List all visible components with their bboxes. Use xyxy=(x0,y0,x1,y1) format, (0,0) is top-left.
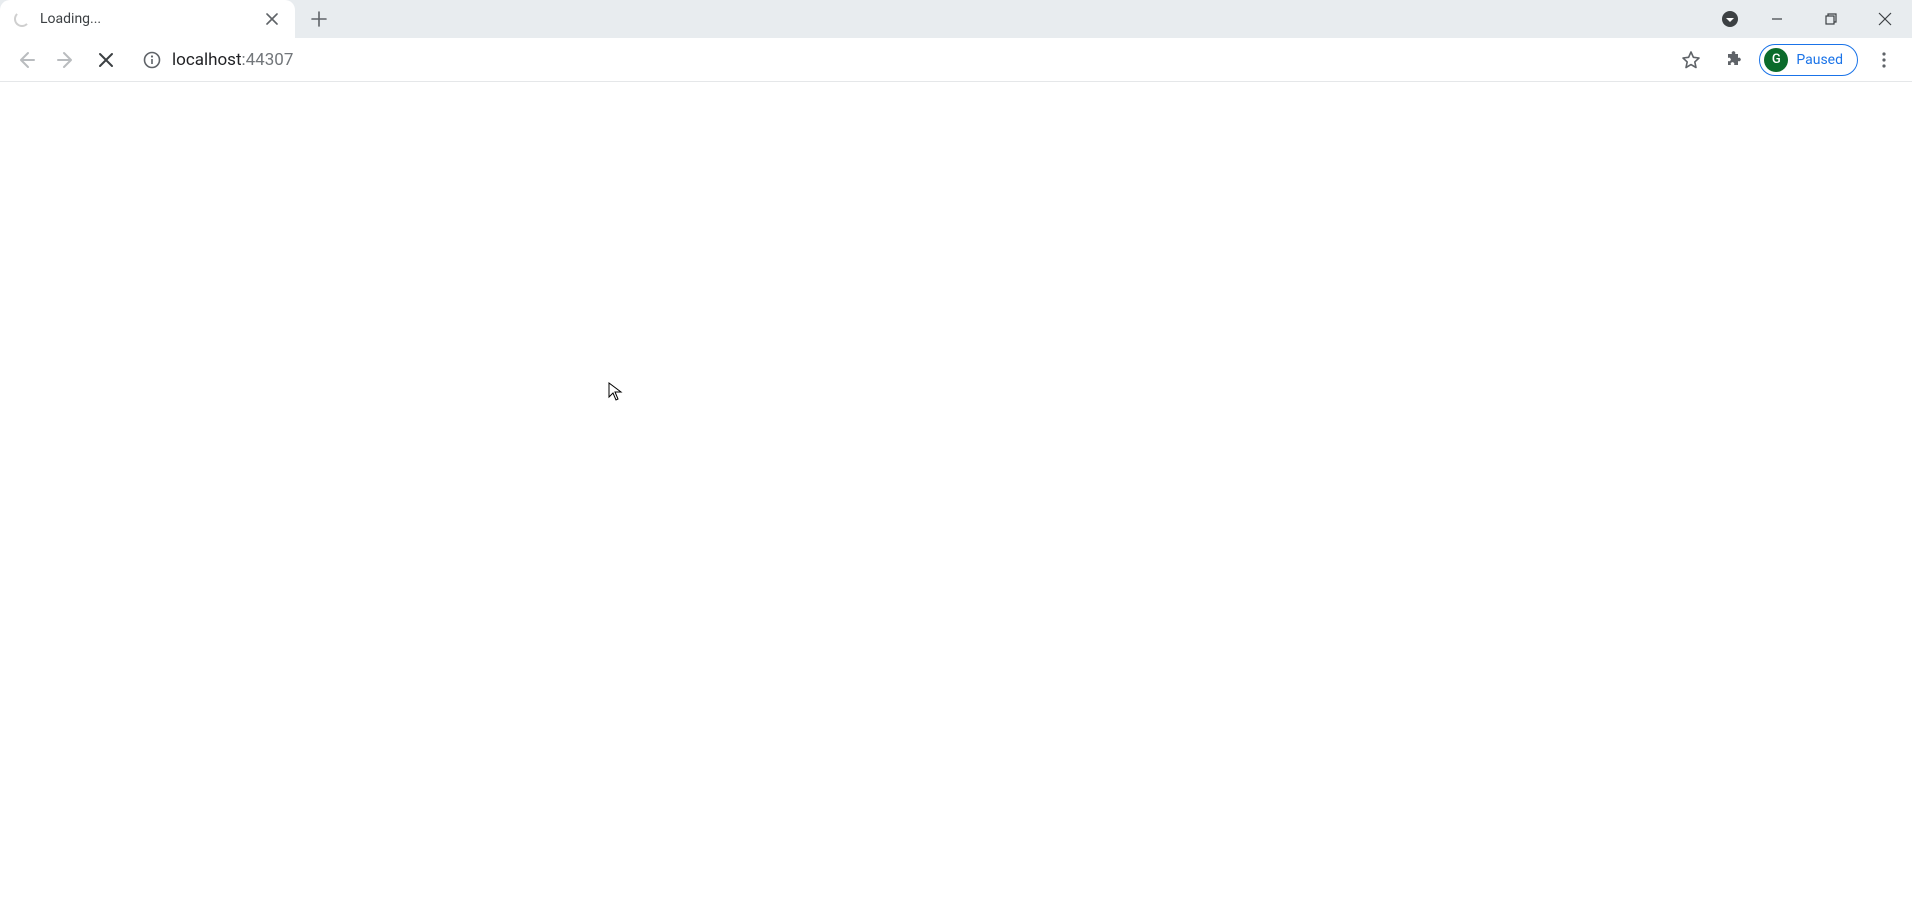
mouse-cursor-icon xyxy=(608,382,624,402)
kebab-menu-icon xyxy=(1875,51,1893,69)
profile-chip[interactable]: G Paused xyxy=(1759,44,1858,76)
stop-loading-button[interactable] xyxy=(88,42,124,78)
tab-strip: Loading... xyxy=(0,0,1912,38)
loading-spinner-icon xyxy=(14,11,30,27)
star-icon xyxy=(1681,50,1701,70)
window-minimize-button[interactable] xyxy=(1750,0,1804,38)
url-host: localhost xyxy=(172,50,242,70)
browser-menu-button[interactable] xyxy=(1868,44,1900,76)
window-close-button[interactable] xyxy=(1858,0,1912,38)
toolbar-right: G Paused xyxy=(1675,44,1904,76)
address-bar[interactable]: localhost:44307 xyxy=(136,43,1663,77)
arrow-right-icon xyxy=(56,50,76,70)
profile-status-label: Paused xyxy=(1796,52,1843,68)
puzzle-icon xyxy=(1723,50,1743,70)
extensions-button[interactable] xyxy=(1717,44,1749,76)
nav-forward-button[interactable] xyxy=(48,42,84,78)
avatar: G xyxy=(1764,48,1788,72)
download-circle-icon xyxy=(1721,10,1739,28)
window-maximize-button[interactable] xyxy=(1804,0,1858,38)
arrow-left-icon xyxy=(16,50,36,70)
maximize-icon xyxy=(1825,13,1837,25)
window-controls xyxy=(1720,0,1912,38)
url-text: localhost:44307 xyxy=(172,50,293,70)
site-info-button[interactable] xyxy=(142,50,162,70)
page-content-blank xyxy=(0,82,1912,916)
bookmark-button[interactable] xyxy=(1675,44,1707,76)
tab-close-button[interactable] xyxy=(261,8,283,30)
browser-tab-active[interactable]: Loading... xyxy=(0,0,295,38)
close-icon xyxy=(1878,12,1892,26)
nav-back-button[interactable] xyxy=(8,42,44,78)
toolbar: localhost:44307 G Paused xyxy=(0,38,1912,82)
new-tab-button[interactable] xyxy=(303,3,335,35)
close-icon xyxy=(266,13,278,25)
avatar-initial: G xyxy=(1772,52,1781,67)
background-task-indicator[interactable] xyxy=(1720,9,1740,29)
info-icon xyxy=(143,51,161,69)
plus-icon xyxy=(311,11,327,27)
close-icon xyxy=(98,52,114,68)
tab-title: Loading... xyxy=(40,11,251,27)
minimize-icon xyxy=(1771,13,1783,25)
url-port: :44307 xyxy=(242,50,294,70)
